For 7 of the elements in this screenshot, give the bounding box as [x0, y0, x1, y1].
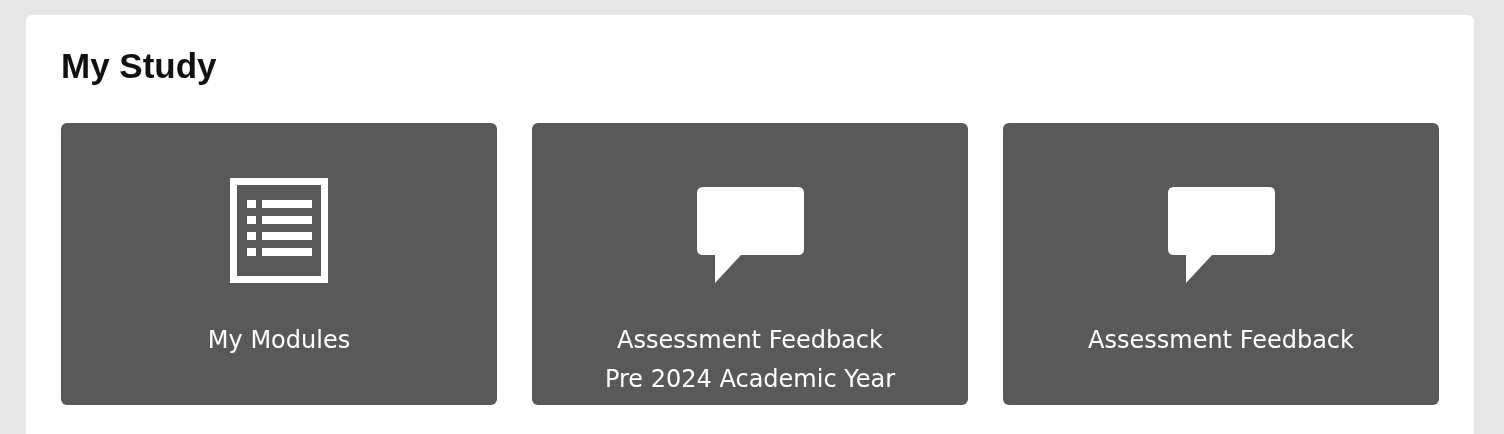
speech-bubble-icon: [696, 187, 804, 283]
section-title: My Study: [61, 45, 218, 87]
tile-link[interactable]: Assessment Feedback: [1003, 123, 1439, 405]
tile-link[interactable]: My Modules: [61, 123, 497, 405]
tile-link[interactable]: Assessment Feedback Pre 2024 Academic Year: [532, 123, 968, 405]
speech-bubble-icon: [1167, 187, 1275, 283]
list-icon: [230, 178, 328, 283]
